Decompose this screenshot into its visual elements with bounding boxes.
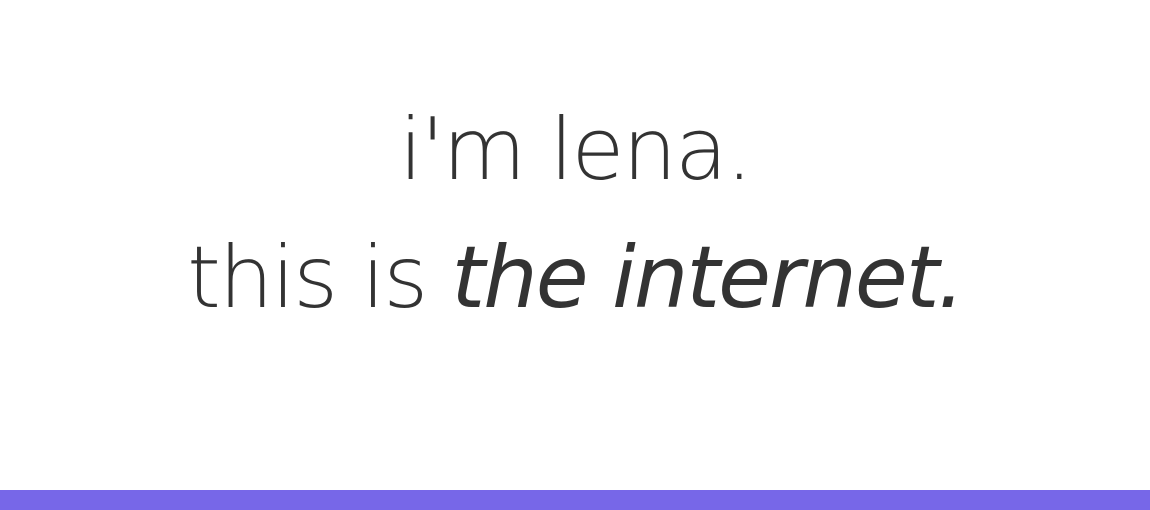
tagline-emphasis: the internet. — [451, 228, 964, 328]
accent-bar — [0, 490, 1150, 510]
greeting-heading: i'm lena. — [399, 100, 753, 200]
tagline-prefix: this is — [187, 228, 452, 328]
hero-section: i'm lena. this is the internet. — [0, 0, 1150, 490]
tagline-heading: this is the internet. — [0, 228, 1150, 328]
page: i'm lena. this is the internet. — [0, 0, 1150, 510]
